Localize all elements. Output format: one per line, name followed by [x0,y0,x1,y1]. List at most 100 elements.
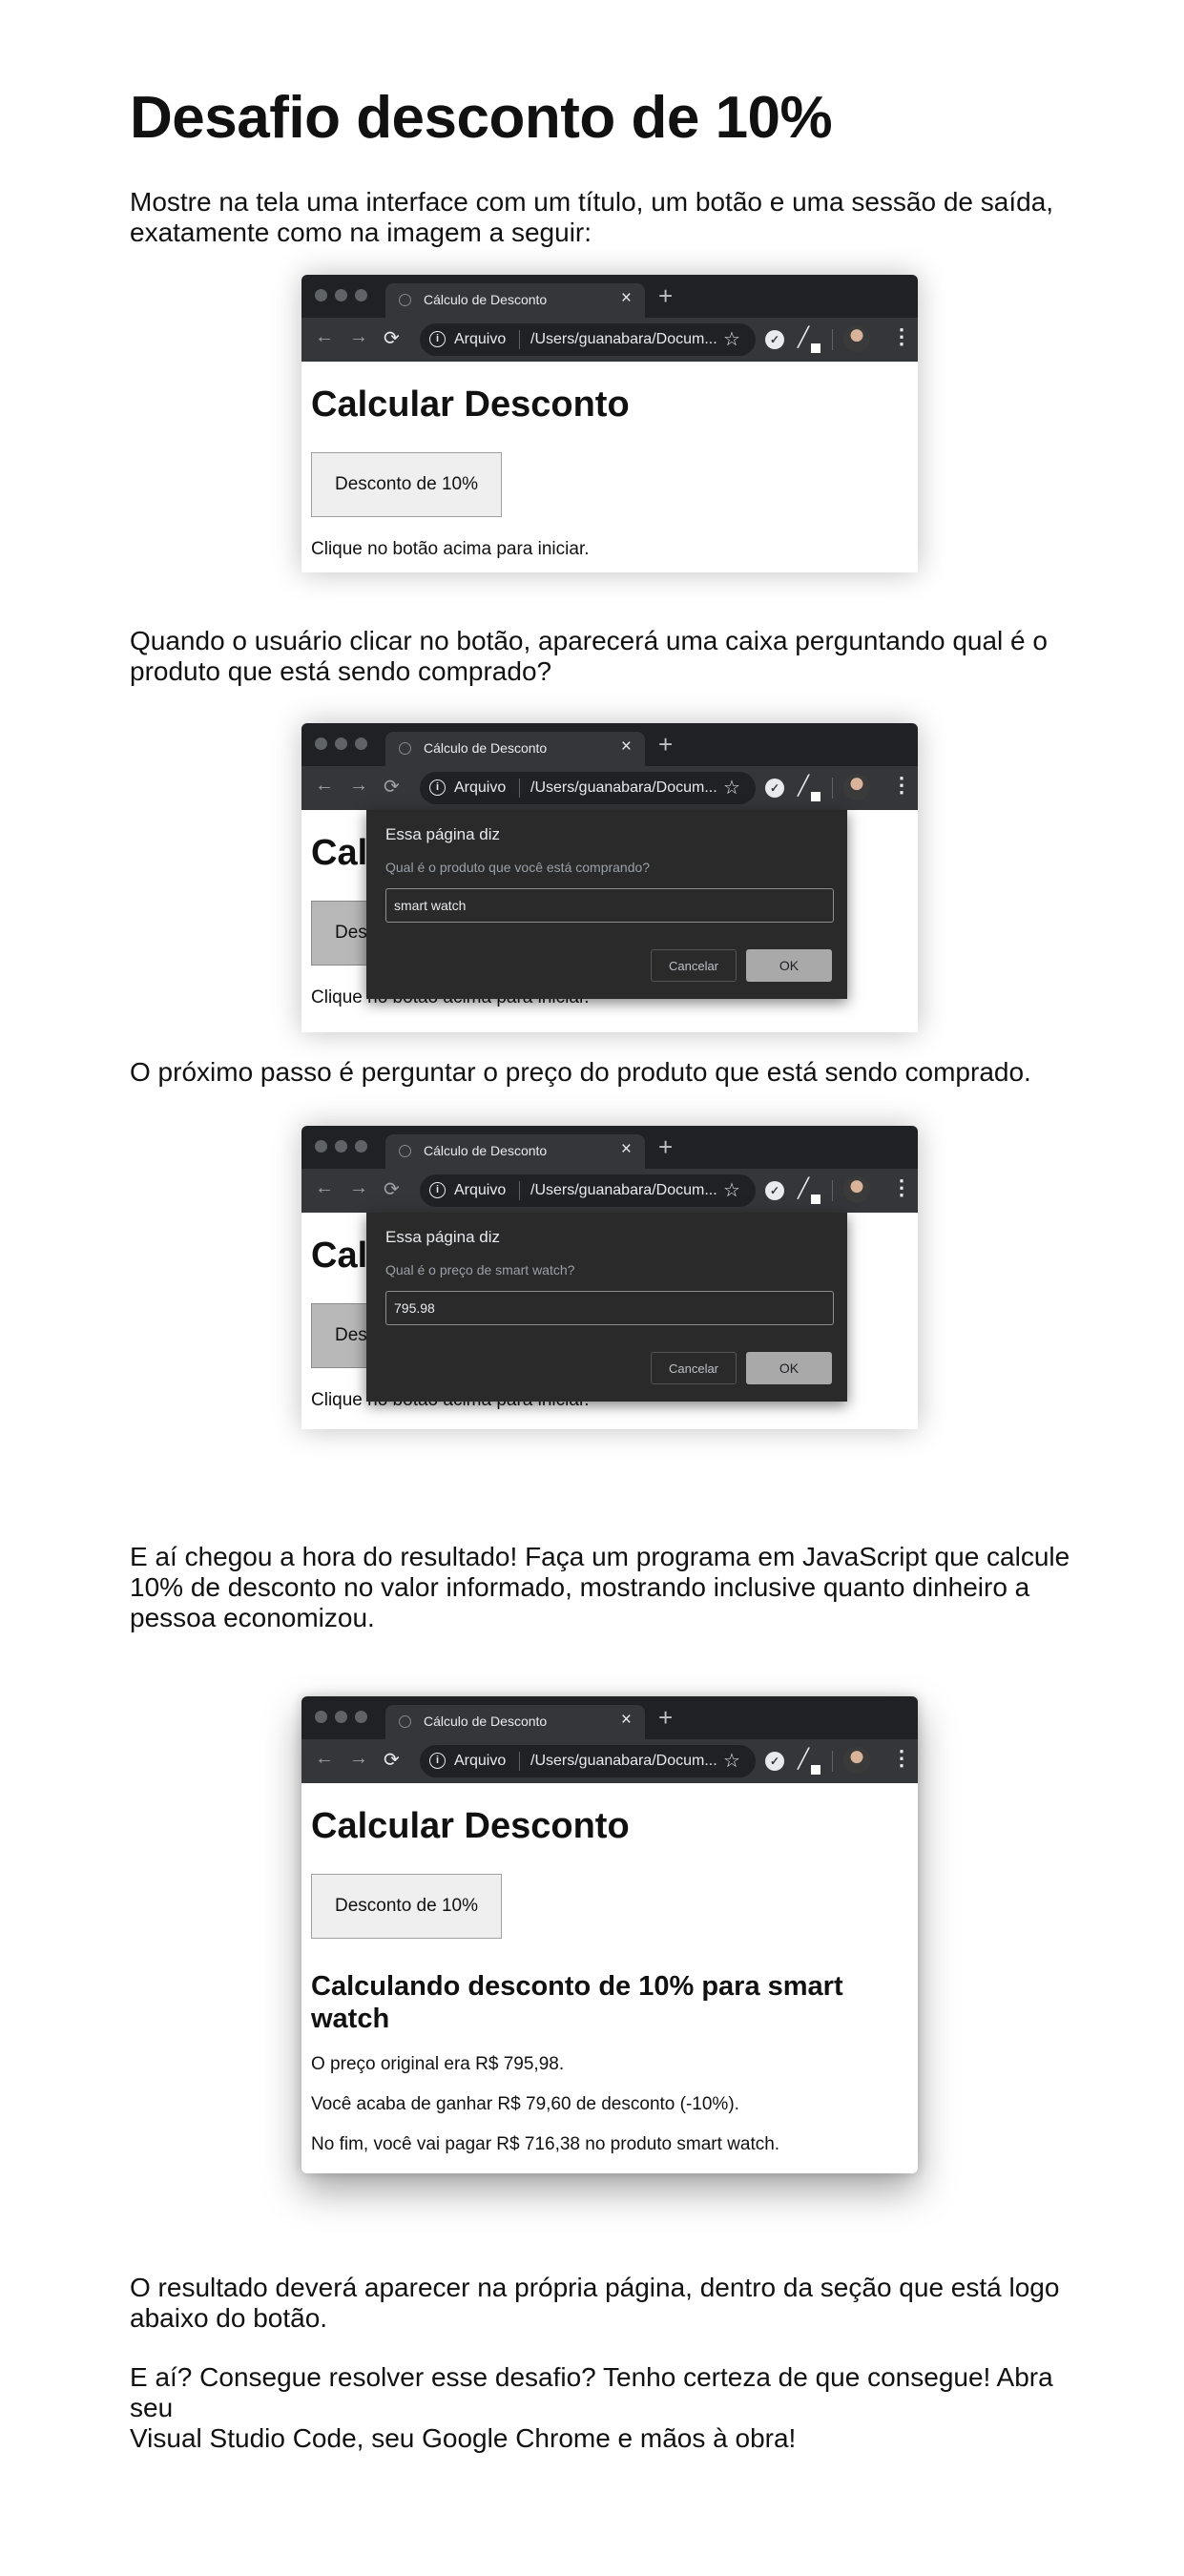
kebab-menu-icon[interactable]: ⋮ [891,1746,912,1771]
reload-icon[interactable]: ⟳ [384,1177,400,1201]
window-close-dot[interactable] [315,737,327,750]
star-icon[interactable]: ☆ [723,1178,740,1202]
intro-paragraph: Mostre na tela uma interface com um títu… [130,187,1093,248]
shield-icon[interactable]: ✓ [765,330,784,349]
address-bar[interactable]: i Arquivo /Users/guanabara/Docum... ☆ [420,1745,756,1777]
discount-button[interactable]: Desconto de 10% [311,1874,502,1939]
globe-icon [399,1145,411,1157]
window-minimize-dot[interactable] [335,1711,347,1723]
address-bar[interactable]: i Arquivo /Users/guanabara/Docum... ☆ [420,772,756,804]
browser-toolbar: ← → ⟳ i Arquivo /Users/guanabara/Docum..… [301,766,918,810]
globe-icon [399,742,411,755]
window-close-dot[interactable] [315,1140,327,1153]
kebab-menu-icon[interactable]: ⋮ [891,1175,912,1200]
text-line: Quando o usuário clicar no botão, aparec… [130,626,1048,655]
cancel-button[interactable]: Cancelar [651,949,737,982]
avatar[interactable] [843,325,870,352]
shield-icon[interactable]: ✓ [765,1752,784,1771]
window-maximize-dot[interactable] [355,737,367,750]
browser-toolbar: ← → ⟳ i Arquivo /Users/guanabara/Docum..… [301,318,918,362]
info-icon[interactable]: i [429,779,446,796]
dialog-question: Qual é o produto que você está comprando… [385,860,651,875]
reload-icon[interactable]: ⟳ [384,1748,400,1772]
new-tab-icon[interactable]: + [658,730,673,759]
star-icon[interactable]: ☆ [723,327,740,351]
browser-tab[interactable]: Cálculo de Desconto × [385,283,645,318]
reload-icon[interactable]: ⟳ [384,775,400,799]
shield-icon[interactable]: ✓ [765,779,784,798]
window-close-dot[interactable] [315,289,327,301]
ok-button[interactable]: OK [746,1352,832,1384]
app-title: Calcular Desconto [311,384,630,425]
window-maximize-dot[interactable] [355,1711,367,1723]
address-path: /Users/guanabara/Docum... [530,1753,717,1769]
ok-button[interactable]: OK [746,949,832,982]
forward-icon[interactable]: → [349,1177,368,1199]
dialog-input[interactable] [385,888,834,923]
pen-badge [811,1195,820,1204]
forward-icon[interactable]: → [349,775,368,797]
pen-icon[interactable]: ╱ [798,1176,809,1200]
pen-icon[interactable]: ╱ [798,1747,809,1771]
tab-title: Cálculo de Desconto [424,740,548,756]
close-icon[interactable]: × [621,288,632,309]
start-hint: Clique no botão acima para iniciar. [311,539,590,559]
info-icon[interactable]: i [429,331,446,347]
avatar[interactable] [843,1747,870,1774]
avatar[interactable] [843,1176,870,1203]
window-minimize-dot[interactable] [335,1140,347,1153]
toolbar-separator [832,329,833,350]
window-maximize-dot[interactable] [355,1140,367,1153]
avatar[interactable] [843,774,870,800]
page-title: Desafio desconto de 10% [130,85,833,151]
star-icon[interactable]: ☆ [723,1749,740,1773]
close-icon[interactable]: × [621,1139,632,1160]
new-tab-icon[interactable]: + [658,1132,673,1162]
star-icon[interactable]: ☆ [723,776,740,800]
window-maximize-dot[interactable] [355,289,367,301]
back-icon[interactable]: ← [315,326,334,348]
toolbar-separator [832,1180,833,1201]
dialog-header: Essa página diz [385,825,501,843]
back-icon[interactable]: ← [315,775,334,797]
kebab-menu-icon[interactable]: ⋮ [891,324,912,349]
result-paragraph: E aí chegou a hora do resultado! Faça um… [130,1542,1093,1633]
browser-screenshot-result: Cálculo de Desconto × + ← → ⟳ i Arquivo … [301,1696,918,2173]
pen-badge [811,343,820,353]
back-icon[interactable]: ← [315,1177,334,1199]
browser-tab[interactable]: Cálculo de Desconto × [385,732,645,766]
toolbar-separator [832,1751,833,1772]
address-bar[interactable]: i Arquivo /Users/guanabara/Docum... ☆ [420,1174,756,1207]
address-bar[interactable]: i Arquivo /Users/guanabara/Docum... ☆ [420,323,756,356]
pen-icon[interactable]: ╱ [798,774,809,798]
discount-button[interactable]: Desconto de 10% [311,452,502,517]
new-tab-icon[interactable]: + [658,1703,673,1733]
shield-icon[interactable]: ✓ [765,1181,784,1200]
dialog-input[interactable] [385,1291,834,1325]
globe-icon [399,294,411,306]
info-icon[interactable]: i [429,1182,446,1198]
browser-screenshot-price-prompt: Cálculo de Desconto × + ← → ⟳ i Arquivo … [301,1126,918,1429]
window-close-dot[interactable] [315,1711,327,1723]
forward-icon[interactable]: → [349,1748,368,1770]
address-scheme: Arquivo [454,1182,507,1198]
new-tab-icon[interactable]: + [658,281,673,311]
text-line: 10% de desconto no valor informado, most… [130,1572,1030,1602]
text-line: produto que está sendo comprado? [130,656,552,686]
kebab-menu-icon[interactable]: ⋮ [891,773,912,798]
browser-tab[interactable]: Cálculo de Desconto × [385,1134,645,1169]
dialog-question: Qual é o preço de smart watch? [385,1262,575,1278]
browser-screenshot-initial: Cálculo de Desconto × + ← → ⟳ i Arquivo … [301,275,918,572]
info-icon[interactable]: i [429,1753,446,1769]
browser-tab[interactable]: Cálculo de Desconto × [385,1705,645,1739]
pen-icon[interactable]: ╱ [798,325,809,349]
original-price-text: O preço original era R$ 795,98. [311,2054,565,2074]
back-icon[interactable]: ← [315,1748,334,1770]
close-icon[interactable]: × [621,1710,632,1731]
reload-icon[interactable]: ⟳ [384,326,400,350]
window-minimize-dot[interactable] [335,737,347,750]
forward-icon[interactable]: → [349,326,368,348]
window-minimize-dot[interactable] [335,289,347,301]
cancel-button[interactable]: Cancelar [651,1352,737,1384]
close-icon[interactable]: × [621,737,632,758]
